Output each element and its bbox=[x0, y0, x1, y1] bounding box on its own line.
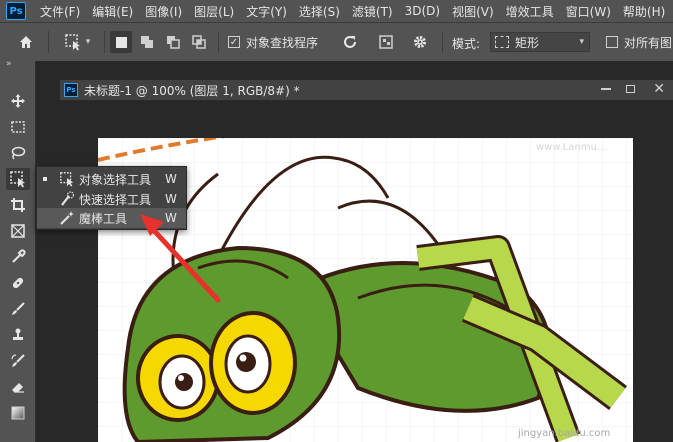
annotation-arrow bbox=[140, 214, 221, 303]
